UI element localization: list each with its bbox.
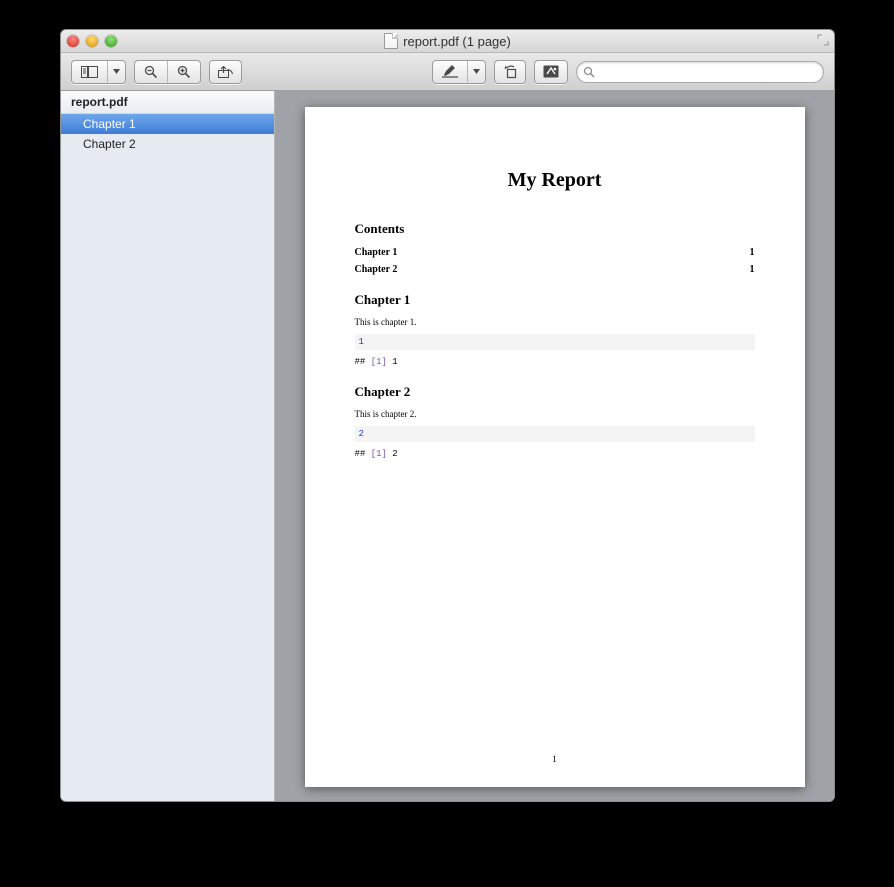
rotate-button[interactable] [494,60,526,84]
close-button[interactable] [67,35,79,47]
chapter-text: This is chapter 2. [355,408,755,420]
share-button[interactable] [209,60,242,84]
search-input[interactable] [599,64,817,80]
chapter-heading: Chapter 2 [355,383,755,401]
view-mode-dropdown[interactable] [108,61,125,83]
toc-label: Chapter 1 [355,246,398,260]
zoom-in-button[interactable] [168,61,200,83]
zoom-button[interactable] [105,35,117,47]
chapter-heading: Chapter 1 [355,291,755,309]
window-title: report.pdf (1 page) [61,33,834,49]
traffic-lights [67,35,117,47]
markup-button[interactable] [534,60,568,84]
document-icon [384,33,398,49]
zoom-out-button[interactable] [135,61,168,83]
page-number: 1 [305,753,805,765]
search-icon [583,66,595,78]
code-block: 2 [355,426,755,442]
toc-page: 1 [750,246,755,260]
output-bracket: [1] [371,357,387,367]
highlight-dropdown[interactable] [468,61,485,83]
toc-page: 1 [750,263,755,277]
outline-item-label: Chapter 1 [83,117,136,131]
view-mode-group [71,60,126,84]
search-field[interactable] [576,61,824,83]
code-output: ## [1] 1 [355,356,755,368]
chapter-text: This is chapter 1. [355,316,755,328]
output-value: 1 [387,357,398,367]
outline-item-chapter-2[interactable]: Chapter 2 [61,134,274,154]
output-value: 2 [387,449,398,459]
output-prefix: ## [355,357,371,367]
sidebar-header: report.pdf [61,91,274,114]
fullscreen-icon[interactable] [817,34,829,46]
outline-item-chapter-1[interactable]: Chapter 1 [61,114,274,134]
zoom-group [134,60,201,84]
pdf-page: My Report Contents Chapter 1 1 Chapter 2… [305,107,805,787]
outline-sidebar: report.pdf Chapter 1 Chapter 2 [61,91,275,801]
output-prefix: ## [355,449,371,459]
output-bracket: [1] [371,449,387,459]
document-viewport[interactable]: My Report Contents Chapter 1 1 Chapter 2… [275,91,834,801]
window-title-text: report.pdf (1 page) [403,34,511,49]
minimize-button[interactable] [86,35,98,47]
toc-row: Chapter 1 1 [355,246,755,260]
toolbar [61,53,834,91]
toc-label: Chapter 2 [355,263,398,277]
code-block: 1 [355,334,755,350]
document-title: My Report [355,167,755,194]
highlight-group [432,60,486,84]
toc-row: Chapter 2 1 [355,263,755,277]
view-mode-button[interactable] [72,61,108,83]
preview-window: report.pdf (1 page) [60,29,835,802]
contents-heading: Contents [355,220,755,238]
outline-item-label: Chapter 2 [83,137,136,151]
titlebar: report.pdf (1 page) [61,30,834,53]
window-body: report.pdf Chapter 1 Chapter 2 My Report… [61,91,834,801]
code-output: ## [1] 2 [355,448,755,460]
highlight-button[interactable] [433,61,468,83]
